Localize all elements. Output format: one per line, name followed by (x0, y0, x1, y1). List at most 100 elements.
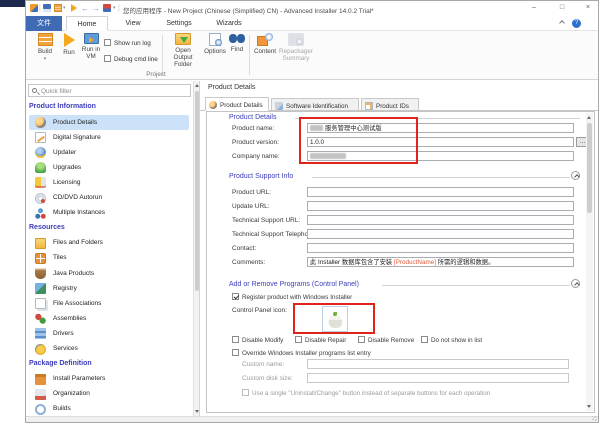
build-button[interactable]: Build ▾ (32, 33, 58, 64)
sidebar-item-upgrades[interactable]: Upgrades (26, 160, 193, 175)
sidebar-item-services[interactable]: Services (26, 342, 193, 357)
contact-input[interactable] (307, 243, 574, 253)
section-title-arp: Add or Remove Programs (Control Panel) (229, 281, 359, 288)
scroll-up-icon[interactable] (587, 116, 591, 119)
recent-dropdown-icon[interactable]: ▾ (113, 4, 116, 13)
sidebar-item-files-and-folders[interactable]: Files and Folders (26, 236, 193, 251)
scroll-down-icon[interactable] (587, 405, 591, 408)
product-version-input[interactable]: 1.0.0 (307, 137, 574, 147)
tab-product-ids[interactable]: Product IDs (361, 98, 419, 111)
product-details-form: Product Details Product name: 服务管理中心测试版 … (206, 111, 595, 413)
help-icon[interactable]: ? (572, 19, 581, 28)
resize-grip[interactable] (592, 416, 597, 421)
save-icon[interactable] (43, 4, 51, 12)
checkbox-checked-icon (232, 293, 239, 300)
custom-disk-size-label: Custom disk size: (242, 375, 293, 382)
technical-support-url-input[interactable] (307, 215, 574, 225)
control-panel-icon-button[interactable] (322, 306, 348, 332)
run-in-vm-button[interactable]: Run in VM (79, 33, 103, 60)
sidebar-item-registry[interactable]: Registry (26, 281, 193, 296)
sidebar-item-licensing[interactable]: Licensing (26, 175, 193, 190)
build-quick-icon[interactable] (54, 4, 62, 12)
quick-filter-input[interactable]: Quick filter (28, 84, 191, 97)
product-url-label: Product URL: (232, 189, 271, 196)
collapse-support-info-icon[interactable] (571, 171, 580, 180)
repackager-summary-icon (288, 33, 304, 46)
checkbox-icon (358, 336, 365, 343)
control-panel-icon-label: Control Panel icon: (232, 307, 287, 314)
run-button[interactable]: Run (59, 33, 79, 56)
checkbox-icon (232, 336, 239, 343)
minimize-button[interactable]: – (528, 3, 540, 13)
build-dropdown-icon[interactable]: ▾ (63, 4, 66, 13)
tab-wizards[interactable]: Wizards (208, 16, 250, 31)
updater-icon (35, 147, 46, 158)
scrollbar-thumb[interactable] (195, 91, 199, 291)
assemblies-icon (35, 313, 46, 324)
forward-icon[interactable]: → (92, 4, 100, 13)
tab-file[interactable]: 文件 (26, 16, 62, 31)
checkbox-icon (104, 39, 111, 46)
custom-name-input[interactable] (307, 359, 569, 369)
scrollbar-thumb[interactable] (587, 123, 592, 213)
scroll-up-icon[interactable] (195, 84, 199, 87)
multiple-instances-icon (35, 208, 46, 219)
sidebar-item-organization[interactable]: Organization (26, 387, 193, 402)
collapse-arp-icon[interactable] (571, 279, 580, 288)
tab-home[interactable]: Home (66, 16, 108, 31)
custom-disk-size-input[interactable] (307, 373, 569, 383)
open-output-folder-button[interactable]: Open Output Folder (165, 33, 201, 68)
checkbox-icon (232, 349, 239, 356)
update-url-label: Update URL: (232, 203, 270, 210)
sidebar-item-multiple-instances[interactable]: Multiple Instances (26, 206, 193, 221)
sidebar-item-digital-signature[interactable]: Digital Signature (26, 130, 193, 145)
files-and-folders-icon (35, 238, 46, 249)
run-quick-icon[interactable] (71, 4, 77, 12)
sidebar-item-install-parameters[interactable]: Install Parameters (26, 372, 193, 387)
comments-input[interactable]: 此 Installer 数据库包含了安装 [ProductName] 所需的逻辑… (307, 257, 574, 267)
maximize-button[interactable]: □ (556, 3, 568, 13)
redacted-blob (310, 153, 346, 159)
product-url-input[interactable] (307, 187, 574, 197)
back-icon[interactable]: ← (81, 4, 89, 13)
page-title: Product Details (208, 84, 255, 91)
ribbon-collapse-icon[interactable] (560, 21, 566, 27)
digital-signature-icon (35, 132, 46, 143)
technical-support-telephone-input[interactable] (307, 229, 574, 239)
company-name-input[interactable] (307, 151, 574, 161)
content-button[interactable]: Content (252, 33, 278, 55)
repackager-summary-button: Repackager Summary (278, 33, 314, 62)
checkbox-icon (104, 55, 111, 62)
tab-software-identification[interactable]: Software Identification (271, 98, 359, 111)
main-scrollbar[interactable] (586, 113, 593, 411)
sidebar-item-drivers[interactable]: Drivers (26, 326, 193, 341)
scroll-down-icon[interactable] (195, 410, 199, 413)
sidebar-item-updater[interactable]: Updater (26, 145, 193, 160)
options-button[interactable]: Options (202, 33, 228, 55)
sidebar-item-assemblies[interactable]: Assemblies (26, 311, 193, 326)
tab-product-details[interactable]: Product Details (205, 97, 269, 111)
tab-view[interactable]: View (116, 16, 150, 31)
update-url-input[interactable] (307, 201, 574, 211)
sidebar-item-file-associations[interactable]: File Associations (26, 296, 193, 311)
find-icon (229, 33, 245, 44)
tab-settings[interactable]: Settings (158, 16, 200, 31)
sidebar-item-java-products[interactable]: Java Products (26, 266, 193, 281)
services-icon (35, 344, 46, 355)
sidebar-item-builds[interactable]: Builds (26, 402, 193, 416)
technical-support-url-label: Technical Support URL: (232, 217, 300, 224)
product-details-icon (35, 117, 46, 128)
close-button[interactable]: × (582, 3, 594, 13)
app-icon[interactable] (30, 4, 38, 12)
sidebar-item-cd-dvd-autorun[interactable]: CD/DVD Autorun (26, 191, 193, 206)
recent-projects-icon[interactable] (103, 4, 111, 12)
debug-cmd-line-checkbox[interactable]: Debug cmd line (104, 55, 164, 63)
product-ids-tab-icon (365, 102, 373, 110)
show-run-log-checkbox[interactable]: Show run log (104, 39, 164, 47)
sidebar-item-product-details[interactable]: Product Details (29, 115, 189, 130)
redacted-blob (310, 125, 323, 131)
sidebar-item-tiles[interactable]: Tiles (26, 251, 193, 266)
product-name-input[interactable]: 服务管理中心测试版 (307, 123, 574, 133)
find-button[interactable]: Find (228, 33, 246, 53)
separator-glyph: | (118, 4, 120, 13)
